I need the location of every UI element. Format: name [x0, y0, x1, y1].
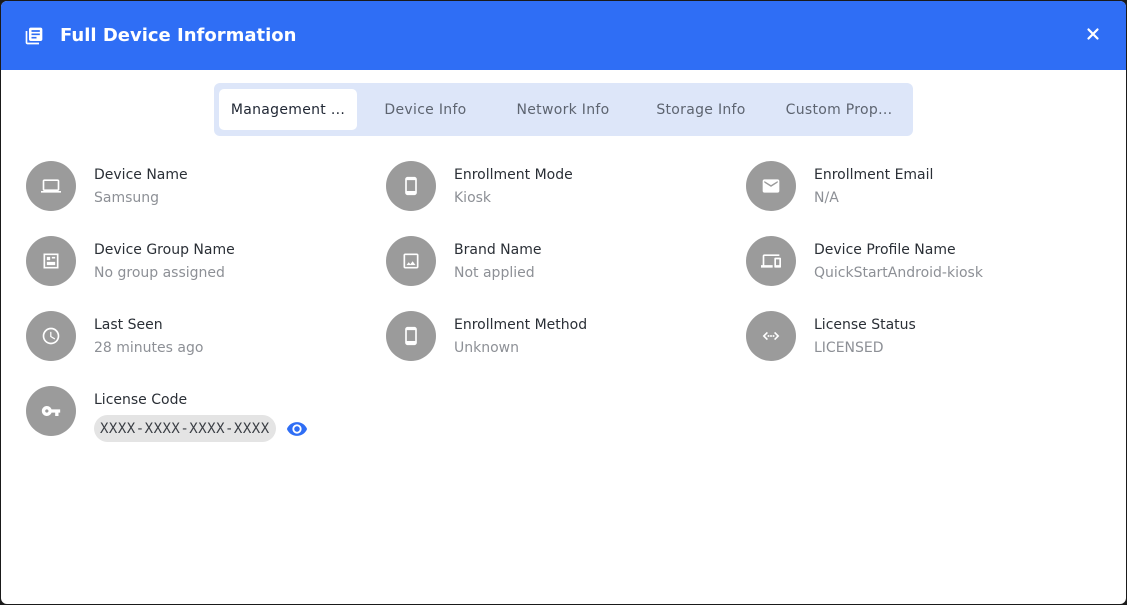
tab-device-info[interactable]: Device Info: [357, 89, 494, 130]
laptop-icon: [26, 161, 76, 211]
field-device-name: Device Name Samsung: [26, 161, 188, 211]
field-label: Brand Name: [454, 242, 542, 258]
field-label: Enrollment Mode: [454, 167, 573, 183]
phone-icon: [386, 311, 436, 361]
field-value: N/A: [814, 190, 839, 206]
group-icon: [26, 236, 76, 286]
field-label: License Status: [814, 317, 916, 333]
tab-network-info[interactable]: Network Info: [494, 89, 632, 130]
field-value: Samsung: [94, 190, 160, 206]
tab-custom-properties[interactable]: Custom Prop...: [770, 89, 908, 130]
license-code-value: XXXX-XXXX-XXXX-XXXX: [94, 415, 276, 442]
clock-icon: [26, 311, 76, 361]
tab-management[interactable]: Management ...: [219, 89, 357, 130]
field-value: Not applied: [454, 265, 535, 281]
library-books-icon: [24, 26, 44, 46]
tab-storage-info[interactable]: Storage Info: [632, 89, 770, 130]
field-value: LICENSED: [814, 340, 884, 356]
field-value: 28 minutes ago: [94, 340, 204, 356]
tab-bar: Management ... Device Info Network Info …: [214, 83, 913, 136]
key-icon: [26, 386, 76, 436]
device-info-dialog: Full Device Information Management ... D…: [1, 1, 1126, 604]
field-device-profile-name: Device Profile Name QuickStartAndroid-ki…: [746, 236, 983, 286]
close-button[interactable]: [1080, 21, 1106, 47]
field-label: Enrollment Email: [814, 167, 934, 183]
close-icon: [1087, 28, 1099, 40]
field-label: Enrollment Method: [454, 317, 588, 333]
image-icon: [386, 236, 436, 286]
show-license-button[interactable]: [282, 418, 312, 440]
field-label: Device Profile Name: [814, 242, 956, 258]
field-value: Kiosk: [454, 190, 492, 206]
eye-icon: [286, 421, 307, 436]
field-enrollment-email: Enrollment Email N/A: [746, 161, 933, 211]
mail-icon: [746, 161, 796, 211]
field-last-seen: Last Seen 28 minutes ago: [26, 311, 203, 361]
devices-icon: [746, 236, 796, 286]
field-brand-name: Brand Name Not applied: [386, 236, 541, 286]
field-label: Last Seen: [94, 317, 163, 333]
field-value: No group assigned: [94, 265, 225, 281]
code-arrows-icon: [746, 311, 796, 361]
field-value: QuickStartAndroid-kiosk: [814, 265, 983, 281]
dialog-header: Full Device Information: [1, 1, 1126, 70]
field-license-code: License Code XXXX-XXXX-XXXX-XXXX: [26, 386, 312, 442]
field-label: Device Group Name: [94, 242, 235, 258]
field-label: Device Name: [94, 167, 188, 183]
phone-icon: [386, 161, 436, 211]
field-enrollment-method: Enrollment Method Unknown: [386, 311, 587, 361]
field-enrollment-mode: Enrollment Mode Kiosk: [386, 161, 573, 211]
field-license-status: License Status LICENSED: [746, 311, 916, 361]
dialog-title: Full Device Information: [60, 25, 297, 46]
field-device-group-name: Device Group Name No group assigned: [26, 236, 235, 286]
field-value: Unknown: [454, 340, 519, 356]
field-label: License Code: [94, 392, 188, 408]
